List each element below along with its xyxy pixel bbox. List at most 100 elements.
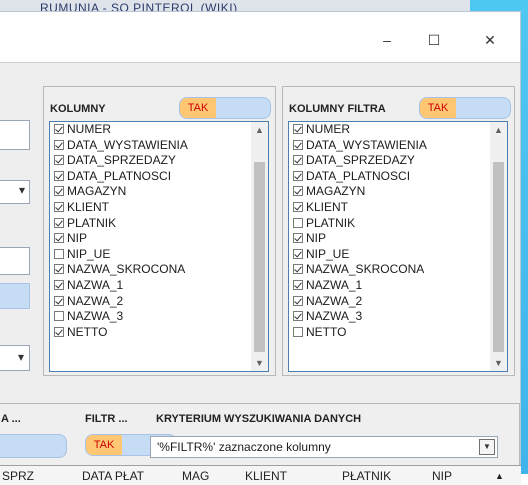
checkbox-checked-icon[interactable] <box>293 264 303 275</box>
kolumny-list-item[interactable]: NAZWA_1 <box>50 278 268 294</box>
checkbox-checked-icon[interactable] <box>293 201 303 212</box>
criterion-select[interactable]: '%FILTR%' zaznaczone kolumny ▼ <box>150 436 498 458</box>
kolumny-filtra-list-item[interactable]: NAZWA_1 <box>289 278 507 294</box>
kolumny-list-item[interactable]: NIP_UE <box>50 247 268 263</box>
kolumny-item-label: NAZWA_3 <box>67 309 124 324</box>
kolumny-filtra-scrollbar[interactable]: ▲ ▼ <box>490 122 507 371</box>
kolumny-filtra-list-item[interactable]: DATA_WYSTAWIENIA <box>289 138 507 154</box>
kolumny-filtra-list-item[interactable]: DATA_SPRZEDAZY <box>289 153 507 169</box>
kolumny-list-item[interactable]: NUMER <box>50 122 268 138</box>
grid-header: SPRZ DATA PŁAT MAG KLIENT PŁATNIK NIP ▲ <box>0 465 521 485</box>
left-input-field-2[interactable] <box>0 247 30 275</box>
checkbox-checked-icon[interactable] <box>54 124 64 134</box>
scroll-up-icon[interactable]: ▲ <box>251 122 268 138</box>
left-input-field[interactable] <box>0 120 30 150</box>
minimize-button[interactable]: – <box>372 30 402 50</box>
kolumny-list-item[interactable]: NAZWA_2 <box>50 294 268 310</box>
kolumny-filtra-item-label: DATA_WYSTAWIENIA <box>306 137 427 152</box>
checkbox-checked-icon[interactable] <box>293 248 303 259</box>
kolumny-list-item[interactable]: KLIENT <box>50 200 268 216</box>
kolumny-toggle[interactable]: TAK <box>179 97 271 119</box>
kolumny-list-item[interactable]: NAZWA_SKROCONA <box>50 262 268 278</box>
checkbox-checked-icon[interactable] <box>293 139 303 150</box>
kolumny-filtra-item-label: DATA_SPRZEDAZY <box>306 153 415 168</box>
kolumny-list-item[interactable]: DATA_WYSTAWIENIA <box>50 138 268 154</box>
kolumny-filtra-list-item[interactable]: NETTO <box>289 325 507 341</box>
kolumny-filtra-item-label: NUMER <box>306 122 350 136</box>
checkbox-checked-icon[interactable] <box>54 139 64 150</box>
kolumny-filtra-list-item[interactable]: NUMER <box>289 122 507 138</box>
scroll-thumb[interactable] <box>493 162 504 352</box>
grid-col-header[interactable]: PŁATNIK <box>342 469 391 483</box>
kolumny-filtra-item-label: NAZWA_2 <box>306 293 363 308</box>
grid-col-header[interactable]: NIP <box>432 469 452 483</box>
kolumny-item-label: NIP_UE <box>67 246 111 261</box>
checkbox-checked-icon[interactable] <box>54 155 64 166</box>
grid-col-header[interactable]: SPRZ <box>2 469 34 483</box>
kolumny-filtra-list-item[interactable]: PLATNIK <box>289 216 507 232</box>
kolumny-filtra-listbox[interactable]: NUMER DATA_WYSTAWIENIA DATA_SPRZEDAZY DATA_… <box>288 121 508 372</box>
scroll-up-icon[interactable]: ▲ <box>490 122 507 138</box>
chevron-down-icon[interactable]: ▼ <box>479 439 495 455</box>
kolumny-item-label: NIP <box>67 231 88 246</box>
kolumny-list-item[interactable]: NIP <box>50 231 268 247</box>
checkbox-unchecked-icon[interactable] <box>54 311 64 322</box>
kolumny-filtra-list-item[interactable]: DATA_PLATNOSCI <box>289 169 507 185</box>
checkbox-checked-icon[interactable] <box>54 186 64 197</box>
grid-col-header[interactable]: MAG <box>182 469 209 483</box>
checkbox-checked-icon[interactable] <box>54 217 64 228</box>
checkbox-checked-icon[interactable] <box>54 264 64 275</box>
kolumny-filtra-list-item[interactable]: KLIENT <box>289 200 507 216</box>
close-button[interactable]: ✕ <box>475 30 505 50</box>
scroll-down-icon[interactable]: ▼ <box>490 355 507 371</box>
chevron-down-icon: ▾ <box>17 350 24 364</box>
scroll-up-icon[interactable]: ▲ <box>495 471 504 481</box>
left-combo[interactable]: ▾ <box>0 180 30 204</box>
left-toggle[interactable] <box>0 283 30 309</box>
checkbox-checked-icon[interactable] <box>54 170 64 181</box>
kolumny-filtra-list-item[interactable]: NAZWA_3 <box>289 309 507 325</box>
checkbox-unchecked-icon[interactable] <box>293 326 303 337</box>
checkbox-unchecked-icon[interactable] <box>293 217 303 228</box>
kolumny-list-item[interactable]: DATA_SPRZEDAZY <box>50 153 268 169</box>
maximize-button[interactable]: ☐ <box>419 30 449 50</box>
kolumny-list-item[interactable]: PLATNIK <box>50 216 268 232</box>
scroll-down-icon[interactable]: ▼ <box>251 355 268 371</box>
grid-col-header[interactable]: DATA PŁAT <box>82 469 144 483</box>
kolumny-scrollbar[interactable]: ▲ ▼ <box>251 122 268 371</box>
checkbox-checked-icon[interactable] <box>293 155 303 166</box>
left-toggle-partial[interactable] <box>0 434 67 458</box>
checkbox-checked-icon[interactable] <box>293 279 303 290</box>
title-bar: – ☐ ✕ <box>0 12 520 62</box>
left-combo-2[interactable]: ▾ <box>0 345 30 371</box>
kolumny-list-item[interactable]: DATA_PLATNOSCI <box>50 169 268 185</box>
checkbox-checked-icon[interactable] <box>293 311 303 322</box>
checkbox-checked-icon[interactable] <box>54 295 64 306</box>
kolumny-filtra-list-item[interactable]: NIP <box>289 231 507 247</box>
kolumny-filtra-item-label: NAZWA_1 <box>306 277 363 292</box>
scroll-thumb[interactable] <box>254 162 265 352</box>
kolumny-filtra-item-label: NAZWA_SKROCONA <box>306 262 425 277</box>
kolumny-list-item[interactable]: MAGAZYN <box>50 184 268 200</box>
kolumny-filtra-list-item[interactable]: NIP_UE <box>289 247 507 263</box>
checkbox-checked-icon[interactable] <box>54 279 64 290</box>
checkbox-checked-icon[interactable] <box>293 170 303 181</box>
checkbox-checked-icon[interactable] <box>54 233 64 244</box>
kolumny-filtra-list-item[interactable]: NAZWA_2 <box>289 294 507 310</box>
checkbox-checked-icon[interactable] <box>293 186 303 197</box>
kolumny-list-item[interactable]: NETTO <box>50 325 268 341</box>
kolumny-filtra-group: KOLUMNY FILTRA TAK NUMER DATA_WYSTAWIENIA… <box>282 86 515 376</box>
kolumny-list-item[interactable]: NAZWA_3 <box>50 309 268 325</box>
checkbox-checked-icon[interactable] <box>293 295 303 306</box>
checkbox-checked-icon[interactable] <box>293 233 303 244</box>
kolumny-filtra-toggle[interactable]: TAK <box>419 97 511 119</box>
checkbox-unchecked-icon[interactable] <box>54 248 64 259</box>
grid-col-header[interactable]: KLIENT <box>245 469 287 483</box>
kolumny-filtra-item-label: KLIENT <box>306 199 349 214</box>
checkbox-checked-icon[interactable] <box>293 124 303 134</box>
checkbox-checked-icon[interactable] <box>54 201 64 212</box>
kolumny-filtra-list-item[interactable]: MAGAZYN <box>289 184 507 200</box>
kolumny-filtra-list-item[interactable]: NAZWA_SKROCONA <box>289 262 507 278</box>
kolumny-listbox[interactable]: NUMER DATA_WYSTAWIENIA DATA_SPRZEDAZY DATA_… <box>49 121 269 372</box>
checkbox-checked-icon[interactable] <box>54 326 64 337</box>
